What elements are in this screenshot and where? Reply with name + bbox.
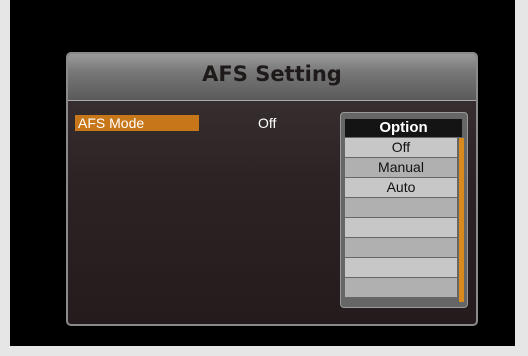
afs-mode-label[interactable]: AFS Mode bbox=[75, 115, 199, 131]
screen-bezel-bottom bbox=[0, 346, 528, 356]
option-item-off[interactable]: Off bbox=[345, 138, 457, 157]
scrollbar-thumb[interactable] bbox=[459, 138, 464, 302]
option-item-empty bbox=[345, 238, 457, 257]
option-item-manual[interactable]: Manual bbox=[345, 158, 457, 177]
option-item-auto[interactable]: Auto bbox=[345, 178, 457, 197]
option-item-empty bbox=[345, 198, 457, 217]
title-bar: AFS Setting bbox=[68, 54, 476, 101]
option-item-empty bbox=[345, 218, 457, 237]
option-header: Option bbox=[345, 119, 462, 137]
screen-bezel-right bbox=[515, 0, 528, 356]
option-panel: Option Off Manual Auto bbox=[340, 112, 468, 308]
option-list: Off Manual Auto bbox=[345, 138, 457, 298]
afs-mode-value: Off bbox=[258, 115, 277, 131]
option-item-empty bbox=[345, 278, 457, 297]
afs-setting-dialog: AFS Setting AFS Mode Off Option Off Manu… bbox=[66, 52, 478, 326]
option-scrollbar[interactable] bbox=[459, 138, 464, 302]
dialog-title: AFS Setting bbox=[202, 62, 342, 86]
screen-bezel-left bbox=[0, 0, 10, 356]
option-item-empty bbox=[345, 258, 457, 277]
